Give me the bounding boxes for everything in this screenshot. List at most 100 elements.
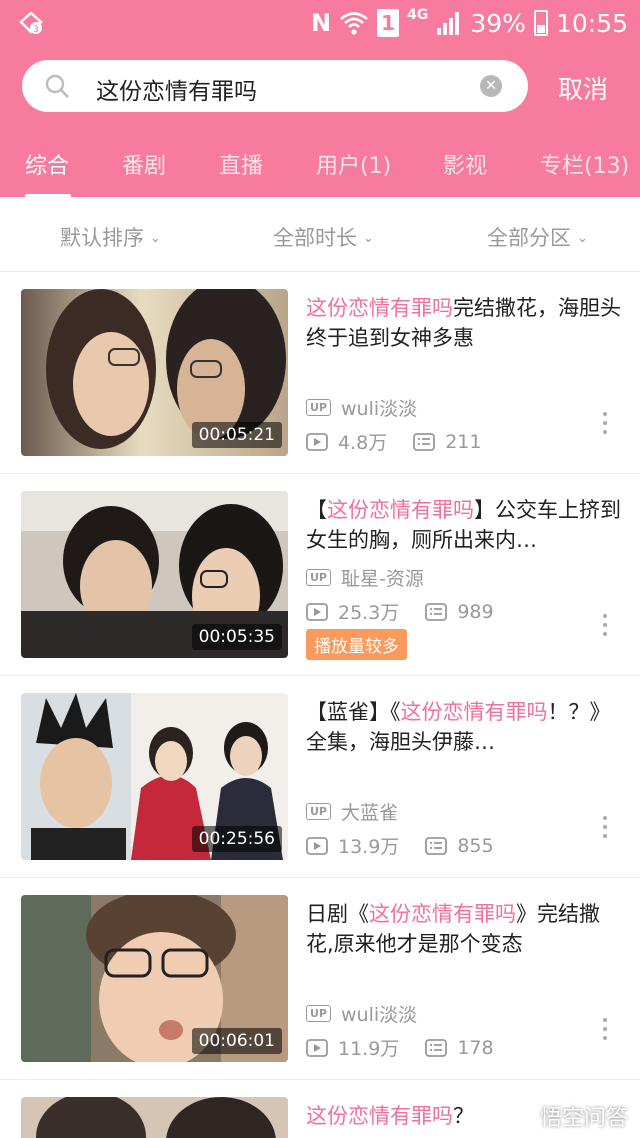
- stats-row: 11.9万 178: [306, 1034, 494, 1061]
- uploader-name[interactable]: wuli淡淡: [341, 1000, 417, 1027]
- more-vertical-icon[interactable]: [602, 614, 608, 642]
- video-thumbnail[interactable]: 00:05:21: [21, 289, 288, 456]
- title-keyword-highlight: 这份恋情有罪吗: [306, 1104, 453, 1128]
- uploader-name[interactable]: 耻星-资源: [341, 564, 424, 591]
- title-prefix: 日剧《: [306, 902, 369, 926]
- video-thumbnail[interactable]: 00:05:35: [21, 491, 288, 658]
- top-header: 3 N 1 4G 39% 10:55 这份恋情有罪吗 ✕ 取消 综合 番剧 直播…: [0, 0, 640, 197]
- more-vertical-icon[interactable]: [602, 1018, 608, 1046]
- filter-bar: 默认排序 ⌄ 全部时长 ⌄ 全部分区 ⌄: [0, 197, 640, 272]
- video-duration: 00:05:35: [191, 624, 282, 650]
- up-badge-icon: UP: [306, 1005, 331, 1022]
- video-title[interactable]: 日剧《这份恋情有罪吗》完结撒花,原来他才是那个变态: [306, 899, 622, 959]
- video-title[interactable]: 【这份恋情有罪吗】公交车上挤到女生的胸，厕所出来内…: [306, 495, 622, 555]
- title-suffix: ？: [453, 1104, 474, 1128]
- up-badge-icon: UP: [306, 803, 331, 820]
- video-duration: 00:05:21: [191, 422, 282, 448]
- view-count: 25.3万: [338, 602, 400, 624]
- filter-zone-label: 全部分区: [487, 226, 571, 250]
- video-title[interactable]: 这份恋情有罪吗完结撒花，海胆头终于追到女神多惠: [306, 293, 622, 353]
- danmaku-icon: [425, 1038, 448, 1057]
- filter-duration[interactable]: 全部时长 ⌄: [273, 222, 374, 252]
- chevron-down-icon: ⌄: [363, 231, 374, 246]
- svg-text:3: 3: [33, 25, 39, 35]
- video-thumbnail[interactable]: 00:06:01: [21, 895, 288, 1062]
- more-vertical-icon[interactable]: [602, 412, 608, 440]
- danmaku-icon: [425, 836, 448, 855]
- filter-duration-label: 全部时长: [273, 226, 357, 250]
- uploader-name[interactable]: wuli淡淡: [341, 394, 417, 421]
- title-keyword-highlight: 这份恋情有罪吗: [306, 296, 453, 320]
- title-prefix: 【蓝雀】《: [306, 700, 401, 724]
- video-title[interactable]: 【蓝雀】《这份恋情有罪吗！？》全集，海胆头伊藤…: [306, 697, 622, 757]
- watermark-text: 悟空问答: [539, 1106, 628, 1131]
- sim-slot: 1: [377, 9, 400, 37]
- clock: 10:55: [555, 8, 628, 38]
- search-box[interactable]: 这份恋情有罪吗 ✕: [22, 60, 528, 112]
- battery-percent: 39%: [470, 8, 526, 38]
- up-badge-icon: UP: [306, 399, 331, 416]
- stats-row: 13.9万 855: [306, 832, 494, 859]
- cancel-button[interactable]: 取消: [558, 70, 608, 106]
- video-duration: 00:25:56: [191, 826, 282, 852]
- result-item[interactable]: 00:06:01 日剧《这份恋情有罪吗》完结撒花,原来他才是那个变态 UP wul…: [0, 878, 640, 1080]
- play-count-icon: [306, 602, 328, 621]
- danmaku-icon: [425, 602, 448, 621]
- result-item[interactable]: 00:05:21 这份恋情有罪吗完结撒花，海胆头终于追到女神多惠 UP wuli淡…: [0, 272, 640, 474]
- more-vertical-icon[interactable]: [602, 816, 608, 844]
- thumbnail-image: [21, 1097, 288, 1138]
- up-badge-icon: UP: [306, 569, 331, 586]
- uploader-name[interactable]: 大蓝雀: [341, 798, 398, 825]
- status-bar: 3 N 1 4G 39% 10:55: [0, 0, 640, 46]
- tab-all[interactable]: 综合: [25, 148, 69, 180]
- danmaku-count: 211: [445, 430, 482, 453]
- result-item[interactable]: 00:05:35 【这份恋情有罪吗】公交车上挤到女生的胸，厕所出来内… UP 耻星…: [0, 474, 640, 676]
- title-prefix: 【: [306, 498, 327, 522]
- tab-users[interactable]: 用户(1): [316, 148, 391, 180]
- search-input[interactable]: 这份恋情有罪吗: [96, 72, 257, 106]
- video-thumbnail[interactable]: [21, 1097, 288, 1138]
- tab-bangumi[interactable]: 番剧: [122, 148, 166, 180]
- danmaku-count: 855: [457, 834, 494, 857]
- danmaku-count: 178: [457, 1036, 494, 1059]
- search-icon: [45, 74, 69, 98]
- watermark: 悟空问答: [503, 1100, 628, 1132]
- result-item[interactable]: 00:25:56 【蓝雀】《这份恋情有罪吗！？》全集，海胆头伊藤… UP 大蓝雀 …: [0, 676, 640, 878]
- tab-film[interactable]: 影视: [443, 148, 487, 180]
- tab-articles[interactable]: 专栏(13): [540, 148, 629, 180]
- stats-row: 25.3万 989: [306, 598, 494, 625]
- danmaku-count: 989: [457, 600, 494, 623]
- category-tabs: 综合 番剧 直播 用户(1) 影视 专栏(13): [0, 140, 640, 197]
- chevron-down-icon: ⌄: [150, 231, 161, 246]
- uploader-row: UP wuli淡淡: [306, 1000, 417, 1027]
- view-count: 13.9万: [338, 836, 400, 858]
- danmaku-icon: [413, 432, 436, 451]
- title-keyword-highlight: 这份恋情有罪吗: [369, 902, 516, 926]
- network-type: 4G: [407, 7, 429, 23]
- tab-live[interactable]: 直播: [219, 148, 263, 180]
- filter-sort[interactable]: 默认排序 ⌄: [60, 222, 161, 252]
- hot-tag-badge: 播放量较多: [306, 629, 407, 660]
- filter-sort-label: 默认排序: [60, 226, 144, 250]
- network-indicator: N: [311, 9, 332, 37]
- video-duration: 00:06:01: [191, 1028, 282, 1054]
- play-count-icon: [306, 432, 328, 451]
- view-count: 11.9万: [338, 1038, 400, 1060]
- title-keyword-highlight: 这份恋情有罪吗: [400, 700, 548, 724]
- uploader-row: UP 大蓝雀: [306, 798, 398, 825]
- video-thumbnail[interactable]: 00:25:56: [21, 693, 288, 860]
- wifi-icon: [340, 12, 368, 35]
- watermark-logo-icon: [503, 1101, 534, 1131]
- view-count: 4.8万: [338, 432, 388, 454]
- clear-icon[interactable]: ✕: [480, 75, 502, 97]
- play-count-icon: [306, 1038, 328, 1057]
- data-saver-icon: 3: [19, 11, 43, 35]
- play-count-icon: [306, 836, 328, 855]
- battery-icon: [533, 10, 548, 36]
- filter-zone[interactable]: 全部分区 ⌄: [487, 222, 588, 252]
- stats-row: 4.8万 211: [306, 428, 481, 455]
- uploader-row: UP 耻星-资源: [306, 564, 424, 591]
- signal-icon: [437, 12, 460, 35]
- chevron-down-icon: ⌄: [577, 231, 588, 246]
- uploader-row: UP wuli淡淡: [306, 394, 417, 421]
